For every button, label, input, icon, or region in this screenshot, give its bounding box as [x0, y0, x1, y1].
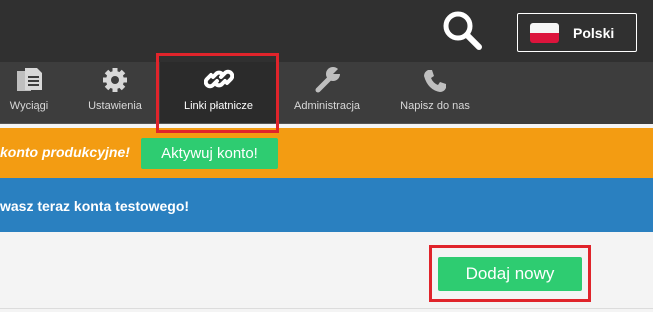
poland-flag-icon — [530, 22, 559, 43]
wrench-icon — [315, 67, 340, 93]
top-bar: Polski — [0, 0, 653, 62]
production-banner-message: konto produkcyjne! — [0, 144, 130, 160]
test-banner-message: wasz teraz konta testowego! — [0, 198, 190, 214]
gear-icon — [103, 68, 127, 92]
nav-label: Administracja — [293, 100, 361, 112]
main-content: Dodaj nowy — [0, 232, 653, 312]
phone-icon — [424, 70, 446, 92]
nav-item-ustawienia[interactable]: Ustawienia — [78, 62, 152, 124]
nav-label: Wyciągi — [9, 100, 49, 112]
nav-divider — [0, 123, 500, 124]
add-new-button[interactable]: Dodaj nowy — [438, 257, 582, 291]
nav-item-napisz-do-nas[interactable]: Napisz do nas — [393, 62, 477, 124]
nav-label: Linki płatnicze — [183, 100, 254, 112]
test-account-banner: wasz teraz konta testowego! — [0, 178, 653, 232]
nav-label: Ustawienia — [88, 100, 142, 112]
content-divider — [0, 308, 653, 309]
search-button[interactable] — [440, 8, 484, 52]
link-icon — [203, 69, 234, 89]
nav-item-linki-platnicze[interactable]: Linki płatnicze — [160, 62, 277, 124]
language-selector[interactable]: Polski — [517, 13, 637, 52]
nav-item-wyciagi[interactable]: Wyciągi — [0, 62, 58, 124]
main-nav: Wyciągi Ustawienia Linki płatnicze Admin… — [0, 62, 653, 124]
language-label: Polski — [573, 24, 615, 41]
activate-account-button[interactable]: Aktywuj konto! — [141, 138, 278, 169]
production-account-banner: konto produkcyjne! Aktywuj konto! — [0, 128, 653, 178]
nav-label: Napisz do nas — [400, 100, 470, 112]
search-icon — [443, 11, 482, 50]
nav-item-administracja[interactable]: Administracja — [285, 62, 369, 124]
documents-icon — [17, 68, 42, 91]
